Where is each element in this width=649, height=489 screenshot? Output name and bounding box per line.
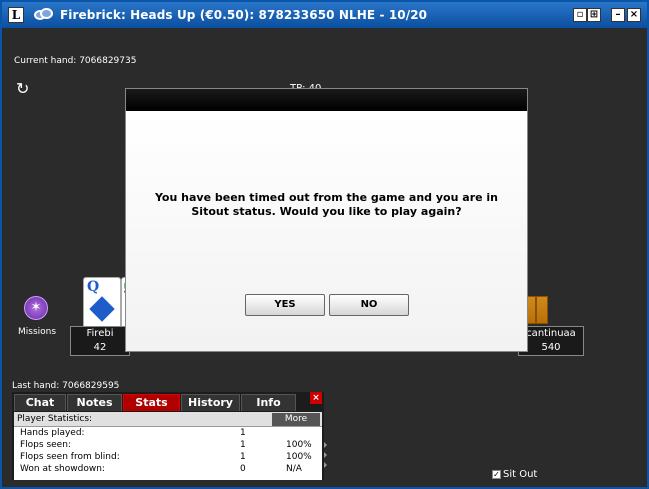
missions-icon[interactable]: ✶: [24, 296, 48, 320]
stat-label: Flops seen from blind:: [20, 452, 120, 462]
app-logo: L: [8, 7, 24, 23]
stat-row: Won at showdown: 0 N/A: [14, 463, 322, 475]
hole-card-1: Q: [83, 277, 121, 329]
stats-box: Player Statistics: More Hands played: 1 …: [14, 412, 327, 480]
timeout-dialog: You have been timed out from the game an…: [125, 88, 528, 352]
minimize-button[interactable]: –: [611, 8, 625, 22]
chat-bubbles-icon: [34, 8, 54, 22]
tab-chat[interactable]: Chat: [14, 394, 66, 411]
stats-header: Player Statistics: More: [14, 412, 322, 427]
no-button[interactable]: NO: [329, 294, 409, 316]
card-back-icon: [536, 296, 548, 324]
stat-percent: 100%: [286, 440, 312, 450]
sitout-label: Sit Out: [503, 469, 538, 480]
seat-right-name: cantinuaa: [526, 328, 576, 339]
stat-row: Hands played: 1: [14, 427, 322, 439]
dialog-header: [126, 89, 527, 111]
more-button[interactable]: More: [272, 413, 320, 426]
seat-left-stack: 42: [93, 342, 107, 353]
seat-right-stack: 540: [541, 342, 561, 353]
stat-value: 1: [240, 452, 246, 462]
stat-label: Hands played:: [20, 428, 85, 438]
stat-value: 1: [240, 440, 246, 450]
window-title: Firebrick: Heads Up (€0.50): 878233650 N…: [60, 8, 428, 22]
seat-left-name: Firebi: [86, 328, 114, 339]
current-hand-label: Current hand: 7066829735: [14, 56, 137, 66]
scroll-arrows-icon[interactable]: [324, 438, 330, 486]
dialog-message: You have been timed out from the game an…: [154, 191, 499, 218]
panel-close-icon[interactable]: ×: [310, 392, 322, 404]
missions-label[interactable]: Missions: [18, 327, 56, 337]
close-button[interactable]: ×: [627, 8, 641, 22]
stats-title: Player Statistics:: [17, 414, 93, 424]
tab-stats[interactable]: Stats: [123, 394, 180, 411]
tab-info[interactable]: Info: [241, 394, 296, 411]
panel-tabs: Chat Notes Stats History Info: [14, 394, 297, 411]
title-bar[interactable]: L Firebrick: Heads Up (€0.50): 878233650…: [2, 2, 647, 28]
dialog-body: You have been timed out from the game an…: [126, 111, 527, 351]
diamond-icon: [89, 296, 115, 322]
poker-table-window: L Firebrick: Heads Up (€0.50): 878233650…: [0, 0, 649, 489]
last-hand-label: Last hand: 7066829595: [12, 381, 120, 391]
card-rank: Q: [87, 279, 100, 295]
info-panel: Chat Notes Stats History Info × Player S…: [12, 392, 327, 480]
checkbox-icon[interactable]: ✓: [492, 470, 501, 479]
stat-label: Won at showdown:: [20, 464, 105, 474]
stat-row: Flops seen: 1 100%: [14, 439, 322, 451]
sitout-toggle[interactable]: ✓ Sit Out: [492, 469, 537, 480]
yes-button[interactable]: YES: [245, 294, 325, 316]
tab-history[interactable]: History: [181, 394, 240, 411]
stat-percent: 100%: [286, 452, 312, 462]
stat-label: Flops seen:: [20, 440, 71, 450]
stat-percent: N/A: [286, 464, 302, 474]
stat-value: 0: [240, 464, 246, 474]
stat-value: 1: [240, 428, 246, 438]
tab-notes[interactable]: Notes: [67, 394, 122, 411]
restore-icon[interactable]: ▫: [573, 8, 587, 22]
seat-left[interactable]: Firebi 42: [70, 326, 130, 356]
stat-row: Flops seen from blind: 1 100%: [14, 451, 322, 463]
refresh-icon[interactable]: ↻: [16, 80, 34, 98]
tile-icon[interactable]: ⊞: [587, 8, 601, 22]
